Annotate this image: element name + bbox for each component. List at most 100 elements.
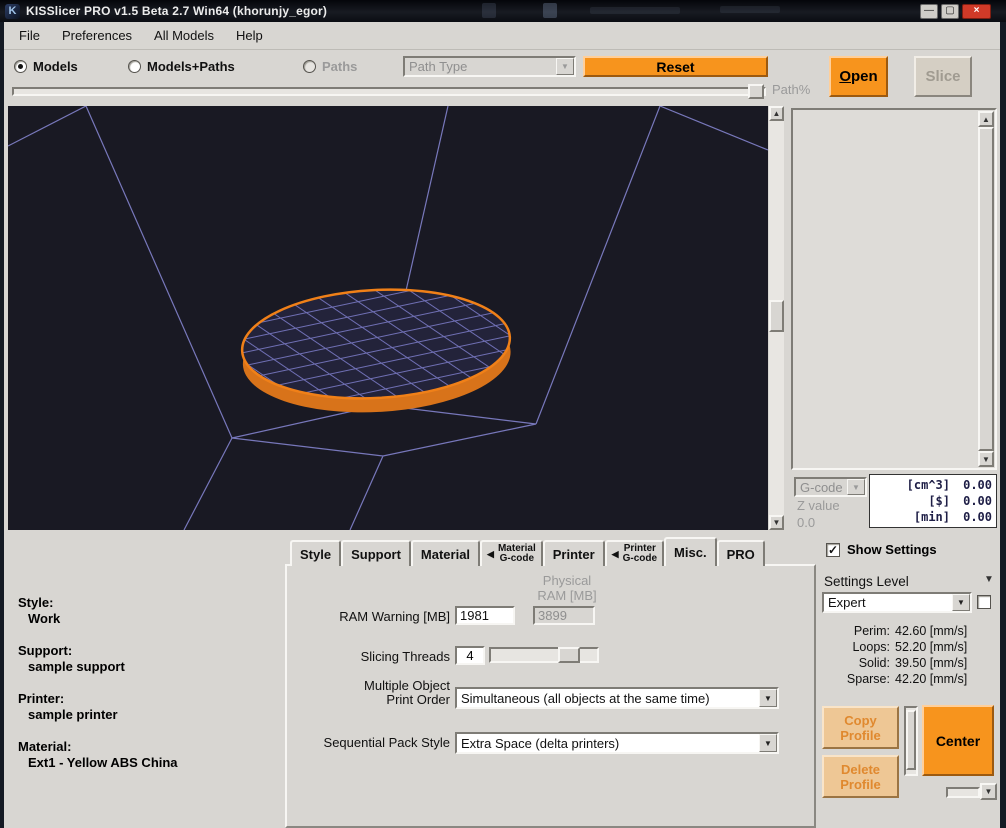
settings-tabbar: Style Support Material ◀ MaterialG-code … <box>290 537 765 566</box>
viewport-scrollbar[interactable]: ▲ ▼ <box>769 106 784 530</box>
window-border-left <box>0 0 4 828</box>
menu-all-models[interactable]: All Models <box>143 24 225 47</box>
slicing-threads-value[interactable]: 4 <box>455 646 485 665</box>
slicing-threads-slider-track[interactable] <box>489 647 599 663</box>
total-value: 0.00 <box>950 509 992 525</box>
reset-button[interactable]: Reset <box>583 56 768 77</box>
button-label: Profile <box>840 777 880 792</box>
tab-label: Misc. <box>674 545 707 560</box>
dropdown-arrow-icon: ▼ <box>759 734 777 752</box>
total-value: 0.00 <box>950 477 992 493</box>
tab-material-gcode[interactable]: ◀ MaterialG-code <box>480 540 543 566</box>
slicing-threads-label: Slicing Threads <box>305 649 450 664</box>
settings-level-expander[interactable]: ▼ <box>984 574 994 585</box>
left-arrow-icon: ◀ <box>612 549 619 559</box>
slice-label: Slice <box>925 68 960 85</box>
printer-value: sample printer <box>28 707 118 722</box>
dropdown-arrow-icon: ▼ <box>847 479 865 495</box>
radio-paths[interactable]: Paths <box>303 59 357 74</box>
totals-box: [cm^3] 0.00 [$] 0.00 [min] 0.00 <box>869 474 997 528</box>
tab-label: Printer <box>553 547 595 562</box>
tab-support[interactable]: Support <box>341 540 411 566</box>
dropdown-arrow-icon: ▼ <box>952 594 970 611</box>
window-border-right <box>1000 0 1006 828</box>
show-settings-checkbox[interactable]: ✓ Show Settings <box>826 542 937 557</box>
bottom-slider-track[interactable] <box>946 787 980 798</box>
app-icon: K <box>5 4 20 19</box>
tab-style[interactable]: Style <box>290 540 341 566</box>
print-order-label: Multiple Object Print Order <box>305 679 450 707</box>
bottom-slider-arrow-button[interactable]: ▼ <box>980 783 997 800</box>
speed-row-loops: Loops: 52.20 [mm/s] <box>836 639 967 655</box>
speed-row-solid: Solid: 39.50 [mm/s] <box>836 655 967 671</box>
settings-level-select[interactable]: Expert ▼ <box>822 592 972 613</box>
desktop-ghost-icon <box>720 6 780 13</box>
total-volume-row: [cm^3] 0.00 <box>870 477 996 493</box>
scroll-thumb[interactable] <box>769 300 784 332</box>
tab-printer[interactable]: Printer <box>543 540 605 566</box>
tab-label: PrinterG-code <box>623 544 657 564</box>
speed-value: 39.50 [mm/s] <box>895 655 967 671</box>
reset-label: Reset <box>656 59 694 75</box>
tab-pro[interactable]: PRO <box>717 540 765 566</box>
tab-misc[interactable]: Misc. <box>664 537 717 566</box>
radio-paths-label: Paths <box>322 59 357 74</box>
button-label: Delete <box>841 762 880 777</box>
models-list-scrollbar[interactable]: ▲ ▼ <box>978 111 994 467</box>
radio-models[interactable]: Models <box>14 59 78 74</box>
pack-style-label: Sequential Pack Style <box>305 735 450 750</box>
window-title: KISSlicer PRO v1.5 Beta 2.7 Win64 (khoru… <box>26 4 327 18</box>
print-order-select[interactable]: Simultaneous (all objects at the same ti… <box>455 687 779 709</box>
radio-models-paths[interactable]: Models+Paths <box>128 59 235 74</box>
left-arrow-icon: ◀ <box>487 549 494 559</box>
pack-style-select[interactable]: Extra Space (delta printers) ▼ <box>455 732 779 754</box>
button-label: Profile <box>840 728 880 743</box>
center-label: Center <box>936 733 980 749</box>
gcode-select[interactable]: G-code ▼ <box>794 477 867 497</box>
speed-row-sparse: Sparse: 42.20 [mm/s] <box>836 671 967 687</box>
viewport-3d[interactable] <box>8 106 768 530</box>
style-label: Style: <box>18 595 53 610</box>
minimize-button[interactable]: — <box>920 4 938 19</box>
tab-printer-gcode[interactable]: ◀ PrinterG-code <box>605 540 664 566</box>
copy-profile-button[interactable]: Copy Profile <box>822 706 899 749</box>
path-type-select[interactable]: Path Type ▼ <box>403 56 576 77</box>
slice-button[interactable]: Slice <box>914 56 972 97</box>
menubar: File Preferences All Models Help <box>0 22 1006 50</box>
path-pct-slider-thumb[interactable] <box>748 84 764 99</box>
open-label: Open <box>839 68 877 85</box>
maximize-button[interactable]: ▢ <box>941 4 959 19</box>
menu-file[interactable]: File <box>8 24 51 47</box>
settings-level-label: Settings Level <box>824 574 909 589</box>
show-settings-label: Show Settings <box>847 542 937 557</box>
tab-material[interactable]: Material <box>411 540 480 566</box>
close-button[interactable]: × <box>962 4 991 19</box>
center-button[interactable]: Center <box>922 705 994 776</box>
center-offset-slider-track[interactable] <box>904 706 918 776</box>
total-time-row: [min] 0.00 <box>870 509 996 525</box>
scroll-down-button[interactable]: ▼ <box>978 451 994 467</box>
delete-profile-button[interactable]: Delete Profile <box>822 755 899 798</box>
speed-value: 42.60 [mm/s] <box>895 623 967 639</box>
slicing-threads-slider-thumb[interactable] <box>558 647 580 663</box>
misc-tab-panel: Physical RAM [MB] RAM Warning [MB] Slici… <box>285 564 816 828</box>
scroll-thumb[interactable] <box>978 127 994 451</box>
speed-row-perim: Perim: 42.60 [mm/s] <box>836 623 967 639</box>
settings-level-checkbox[interactable] <box>977 595 991 609</box>
button-label: Copy <box>844 713 877 728</box>
scroll-up-button[interactable]: ▲ <box>769 106 784 121</box>
center-offset-slider-thumb[interactable] <box>906 710 916 770</box>
models-list[interactable]: ▲ ▼ <box>791 108 997 470</box>
path-pct-slider-track[interactable] <box>12 87 766 96</box>
open-button[interactable]: Open <box>829 56 888 97</box>
menu-help[interactable]: Help <box>225 24 274 47</box>
desktop-ghost-icon <box>543 3 557 18</box>
support-label: Support: <box>18 643 72 658</box>
ram-warning-input[interactable] <box>455 606 515 625</box>
scroll-up-button[interactable]: ▲ <box>978 111 994 127</box>
menu-preferences[interactable]: Preferences <box>51 24 143 47</box>
scroll-down-button[interactable]: ▼ <box>769 515 784 530</box>
titlebar[interactable]: K KISSlicer PRO v1.5 Beta 2.7 Win64 (kho… <box>0 0 1006 22</box>
physical-ram-input[interactable] <box>533 606 595 625</box>
ram-warning-label: RAM Warning [MB] <box>305 609 450 624</box>
